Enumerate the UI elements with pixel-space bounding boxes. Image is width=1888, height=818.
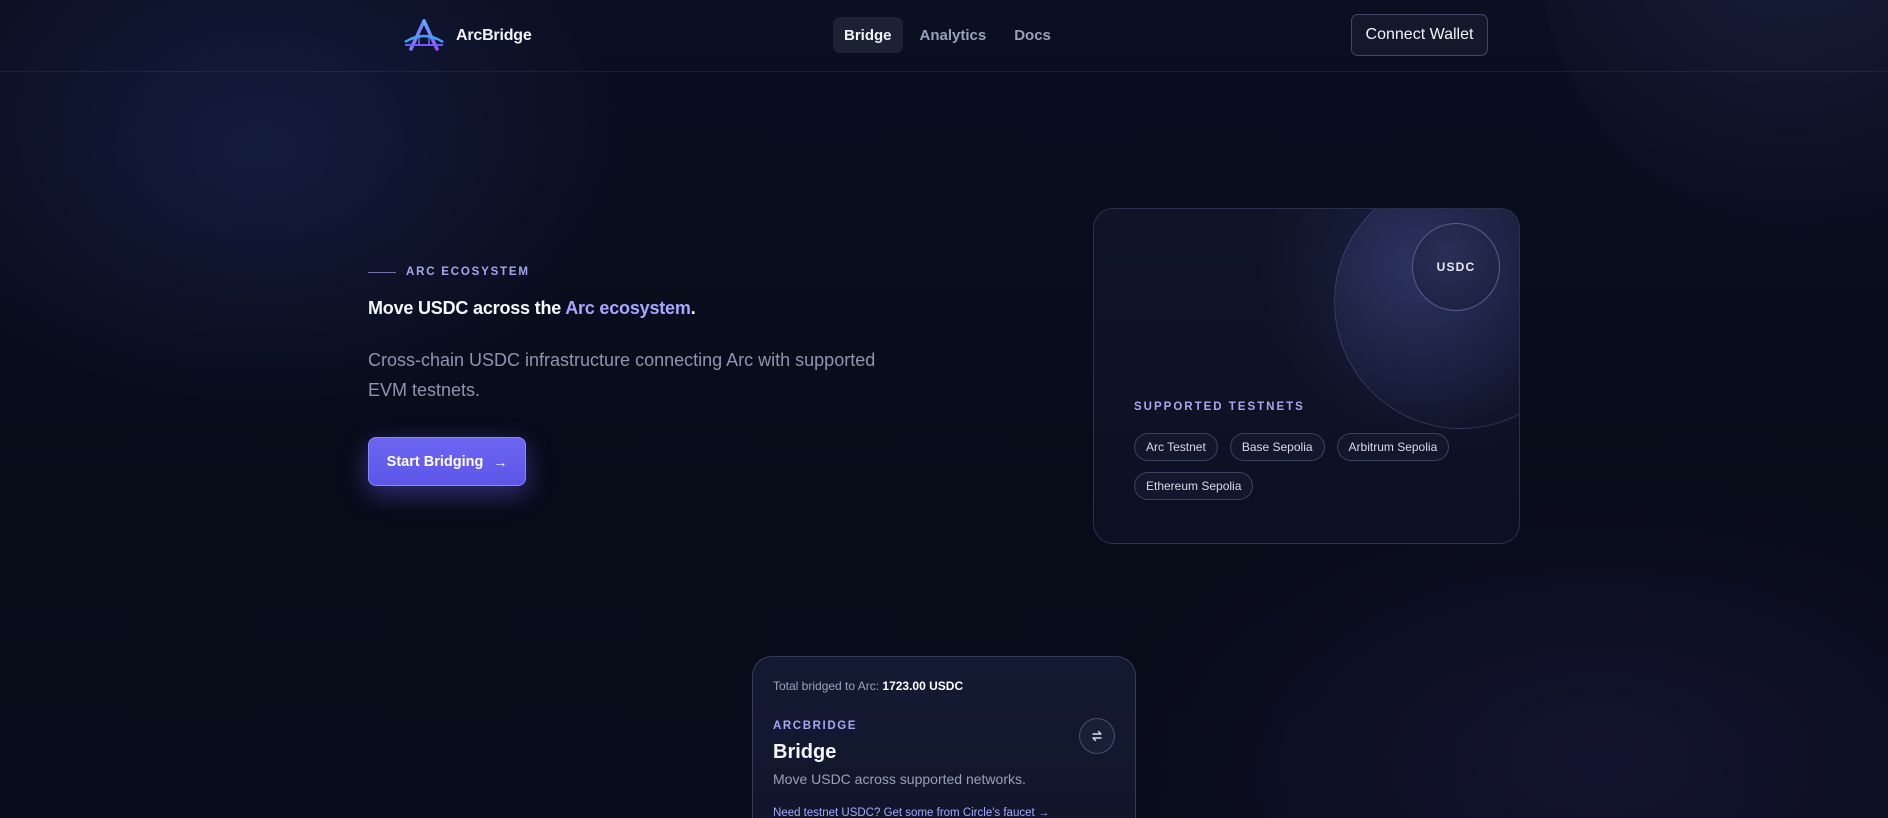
- bridge-subtitle: Move USDC across supported networks.: [773, 771, 1026, 787]
- chip-arbitrum-sepolia: Arbitrum Sepolia: [1336, 433, 1450, 461]
- usdc-badge: USDC: [1412, 223, 1500, 311]
- chip-arc-testnet: Arc Testnet: [1134, 433, 1218, 461]
- nav-analytics[interactable]: Analytics: [909, 17, 998, 53]
- hero-headline: Move USDC across the Arc ecosystem.: [368, 298, 696, 319]
- bridge-card: Total bridged to Arc: 1723.00 USDC ARCBR…: [752, 656, 1136, 818]
- arcbridge-logo-icon: [404, 19, 444, 51]
- total-bridged-label: Total bridged to Arc:: [773, 679, 880, 693]
- total-bridged-value: 1723.00 USDC: [882, 679, 964, 693]
- start-bridging-button[interactable]: Start Bridging →: [368, 437, 526, 486]
- hero-eyebrow: ARC ECOSYSTEM: [368, 266, 530, 278]
- cta-label: Start Bridging: [386, 453, 484, 470]
- testnet-chips: Arc Testnet Base Sepolia Arbitrum Sepoli…: [1134, 433, 1494, 500]
- top-navbar: ArcBridge Bridge Analytics Docs Connect …: [0, 0, 1888, 72]
- swap-direction-button[interactable]: [1079, 718, 1115, 754]
- brand-name: ArcBridge: [456, 27, 532, 44]
- nav-bridge[interactable]: Bridge: [833, 17, 903, 53]
- headline-prefix: Move USDC across the: [368, 298, 566, 318]
- brand[interactable]: ArcBridge: [402, 16, 532, 56]
- connect-wallet-button[interactable]: Connect Wallet: [1351, 14, 1488, 56]
- bridge-title: Bridge: [773, 741, 837, 763]
- chip-ethereum-sepolia: Ethereum Sepolia: [1134, 472, 1254, 500]
- bridge-eyebrow: ARCBRIDGE: [773, 720, 858, 732]
- main-nav: Bridge Analytics Docs: [833, 17, 1062, 53]
- faucet-link[interactable]: Need testnet USDC? Get some from Circle'…: [773, 807, 1049, 818]
- supported-testnets-card: USDC SUPPORTED TESTNETS Arc Testnet Base…: [1093, 208, 1520, 544]
- eyebrow-text: ARC ECOSYSTEM: [406, 266, 530, 278]
- nav-docs[interactable]: Docs: [1003, 17, 1062, 53]
- headline-suffix: .: [690, 298, 696, 318]
- total-bridged: Total bridged to Arc: 1723.00 USDC: [773, 679, 963, 693]
- hero-subtext: Cross-chain USDC infrastructure connecti…: [368, 350, 876, 400]
- testnets-title: SUPPORTED TESTNETS: [1134, 401, 1305, 413]
- headline-accent: Arc ecosystem: [565, 298, 691, 318]
- chip-base-sepolia: Base Sepolia: [1229, 433, 1325, 461]
- arrow-right-icon: →: [493, 453, 508, 470]
- swap-icon: [1092, 730, 1102, 742]
- eyebrow-divider: [368, 271, 396, 273]
